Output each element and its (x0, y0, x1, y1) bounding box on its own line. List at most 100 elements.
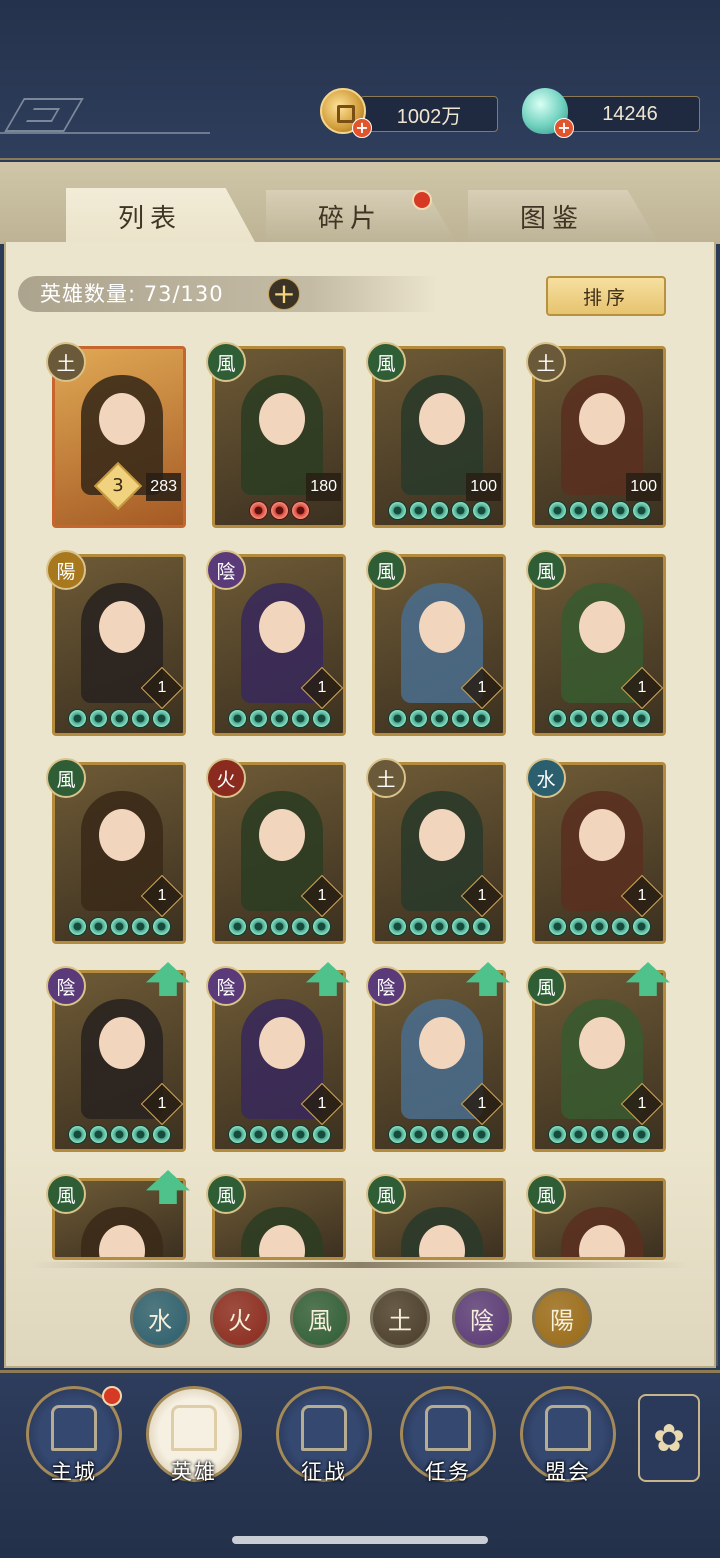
faction-filter-button[interactable]: 水 (130, 1288, 190, 1348)
jade-star-icon (610, 501, 630, 520)
jade-star-icon (88, 709, 108, 728)
red-star-icon (248, 501, 268, 520)
hero-level-value: 1 (317, 1095, 327, 1112)
jade-star-icon (450, 1125, 470, 1144)
hero-face (99, 393, 145, 445)
jade-star-icon (631, 917, 651, 936)
nav-label: 盟会 (545, 1460, 591, 1484)
hero-star-row (535, 1125, 663, 1147)
jade-star-icon (429, 1125, 449, 1144)
jade-star-icon (109, 1125, 129, 1144)
jade-star-icon (290, 709, 310, 728)
tab-codex[interactable]: 图鉴 (468, 190, 658, 242)
jade-star-icon (387, 501, 407, 520)
jade-star-icon (471, 1125, 491, 1144)
jade-star-icon (67, 1125, 87, 1144)
hero-faction-badge: 風 (366, 342, 406, 382)
jade-star-icon (311, 917, 331, 936)
jade-star-icon (387, 1125, 407, 1144)
faction-filter-button[interactable]: 土 (370, 1288, 430, 1348)
jade-star-icon (88, 917, 108, 936)
faction-filter-button[interactable]: 陽 (532, 1288, 592, 1348)
faction-filter-button[interactable]: 火 (210, 1288, 270, 1348)
hero-star-row (535, 501, 663, 523)
hero-level-badge: 100 (466, 473, 501, 501)
jade-star-icon (610, 917, 630, 936)
sort-button[interactable]: 排序 (546, 276, 666, 316)
hero-faction-badge: 土 (526, 342, 566, 382)
jade-star-icon (429, 917, 449, 936)
more-menu-button[interactable]: ✿ (638, 1394, 700, 1482)
add-jade-button[interactable]: + (554, 118, 574, 138)
square-spiral-icon (4, 98, 84, 132)
jade-star-icon (290, 917, 310, 936)
hero-level-value: 1 (477, 1095, 487, 1112)
emblem-decoration (0, 98, 210, 134)
jade-star-icon (227, 1125, 247, 1144)
jade-star-icon (568, 709, 588, 728)
nav-label: 征战 (301, 1460, 347, 1484)
hero-faction-badge: 風 (366, 1174, 406, 1214)
hero-faction-badge: 風 (206, 1174, 246, 1214)
jade-star-icon (547, 917, 567, 936)
jade-star-icon (227, 709, 247, 728)
coin-value: 1002万 (396, 105, 462, 128)
jade-value: 14246 (602, 102, 658, 125)
hero-level-badge: 180 (306, 473, 341, 501)
hero-face (579, 809, 625, 861)
hero-faction-badge: 土 (366, 758, 406, 798)
hero-face (259, 601, 305, 653)
faction-filter-button[interactable]: 陰 (452, 1288, 512, 1348)
hero-face (419, 809, 465, 861)
hero-faction-badge: 火 (206, 758, 246, 798)
jade-star-icon (290, 1125, 310, 1144)
hero-faction-badge: 風 (526, 966, 566, 1006)
red-star-icon (290, 501, 310, 520)
jade-star-icon (67, 917, 87, 936)
hero-faction-badge: 陰 (46, 966, 86, 1006)
home-indicator[interactable] (232, 1536, 488, 1544)
hero-level-value: 1 (157, 679, 167, 696)
hero-level-value: 1 (477, 887, 487, 904)
jade-star-icon (311, 1125, 331, 1144)
add-coin-button[interactable]: + (352, 118, 372, 138)
hero-faction-badge: 陰 (366, 966, 406, 1006)
jade-star-icon (631, 1125, 651, 1144)
tab-list[interactable]: 列表 (66, 188, 256, 244)
hero-face (259, 393, 305, 445)
hero-star-row (215, 1125, 343, 1147)
nav-label: 主城 (51, 1460, 97, 1484)
hero-star-row (55, 1125, 183, 1147)
jade-star-icon (151, 917, 171, 936)
jade-star-icon (387, 709, 407, 728)
hero-faction-badge: 風 (46, 758, 86, 798)
grid-divider (30, 1262, 690, 1268)
expand-hero-slots-button[interactable]: + (268, 278, 300, 310)
jade-star-icon (109, 917, 129, 936)
hero-faction-badge: 風 (206, 342, 246, 382)
jade-star-icon (130, 1125, 150, 1144)
jade-balance: 14246 (560, 96, 700, 132)
hero-rank-value: 3 (112, 475, 124, 496)
jade-star-icon (130, 709, 150, 728)
jade-star-icon (151, 1125, 171, 1144)
fragments-notification-dot (412, 190, 432, 210)
faction-filter-button[interactable]: 風 (290, 1288, 350, 1348)
hero-faction-badge: 風 (46, 1174, 86, 1214)
coin-balance: 1002万 (360, 96, 498, 132)
hero-faction-badge: 土 (46, 342, 86, 382)
jade-star-icon (450, 501, 470, 520)
hero-level-value: 1 (477, 679, 487, 696)
jade-star-icon (311, 709, 331, 728)
hero-face (259, 1017, 305, 1069)
jade-star-icon (227, 917, 247, 936)
hero-face (579, 601, 625, 653)
hero-level-value: 1 (637, 887, 647, 904)
hero-star-row (55, 501, 183, 523)
jade-star-icon (471, 501, 491, 520)
jade-star-icon (568, 1125, 588, 1144)
hero-level-value: 1 (157, 1095, 167, 1112)
jade-star-icon (269, 917, 289, 936)
hero-face (419, 1017, 465, 1069)
hero-level-value: 180 (310, 478, 337, 495)
